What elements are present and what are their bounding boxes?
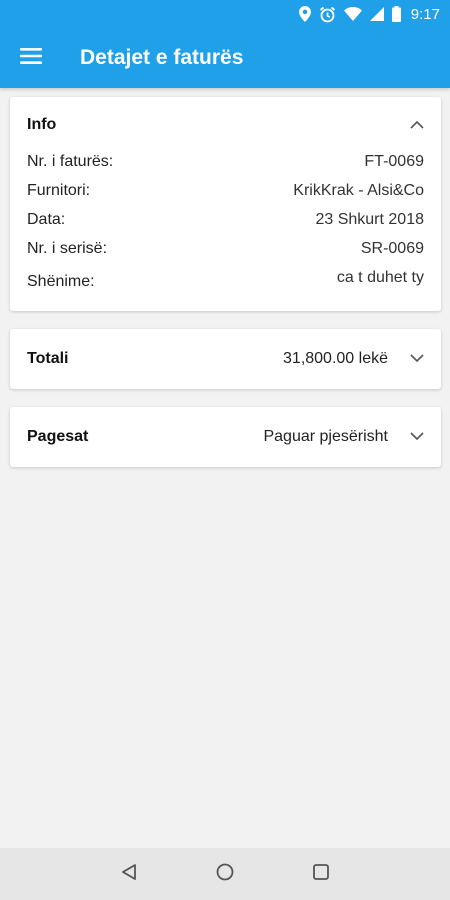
signal-icon [369, 7, 384, 21]
info-row-label: Shënime: [27, 273, 95, 290]
home-button[interactable] [212, 861, 238, 887]
info-row-value: FT-0069 [364, 153, 424, 170]
info-row-supplier: Furnitori: KrikKrak - Alsi&Co [27, 182, 424, 200]
back-button[interactable] [116, 861, 142, 887]
info-row-label: Nr. i serisë: [27, 240, 108, 257]
info-card: Info Nr. i faturës: FT-0069 Furnitori: K… [10, 97, 441, 311]
total-amount: 31,800.00 lekë [283, 350, 388, 367]
info-row-value: KrikKrak - Alsi&Co [293, 182, 424, 199]
total-card-header[interactable]: Totali 31,800.00 lekë [27, 329, 424, 389]
status-time: 9:17 [410, 5, 440, 23]
payments-card-title: Pagesat [27, 428, 89, 445]
recents-button[interactable] [308, 861, 334, 887]
payment-status: Paguar pjesërisht [263, 428, 388, 445]
total-card-title: Totali [27, 350, 69, 367]
info-row-label: Nr. i faturës: [27, 153, 114, 170]
system-nav-bar [0, 848, 450, 900]
info-row-label: Furnitori: [27, 182, 91, 199]
app-bar: Detajet e faturës [0, 28, 450, 88]
status-bar: 9:17 [0, 0, 450, 28]
menu-button[interactable] [0, 28, 62, 88]
info-row-label: Data: [27, 211, 66, 228]
back-icon [120, 863, 138, 886]
payments-card-header[interactable]: Pagesat Paguar pjesërisht [27, 407, 424, 467]
home-icon [216, 863, 234, 886]
location-icon [298, 6, 311, 22]
chevron-up-icon[interactable] [410, 116, 424, 134]
alarm-icon [319, 6, 336, 23]
battery-icon [391, 6, 401, 22]
info-row-invoice-number: Nr. i faturës: FT-0069 [27, 153, 424, 171]
info-row-value: 23 Shkurt 2018 [315, 211, 424, 228]
info-row-value: ca t duhet ty [336, 269, 424, 286]
info-row-serial-number: Nr. i serisë: SR-0069 [27, 240, 424, 258]
total-card[interactable]: Totali 31,800.00 lekë [10, 329, 441, 389]
info-card-title: Info [27, 116, 57, 133]
chevron-down-icon[interactable] [410, 428, 424, 446]
page-title: Detajet e faturës [80, 46, 244, 69]
info-row-value: SR-0069 [360, 240, 424, 257]
info-row-date: Data: 23 Shkurt 2018 [27, 211, 424, 229]
recents-icon [312, 863, 330, 886]
info-row-notes: Shënime: ca t duhet ty [27, 269, 424, 291]
payments-card[interactable]: Pagesat Paguar pjesërisht [10, 407, 441, 467]
menu-icon [20, 47, 42, 69]
wifi-icon [343, 7, 362, 21]
chevron-down-icon[interactable] [410, 350, 424, 368]
info-card-header[interactable]: Info [27, 115, 424, 135]
